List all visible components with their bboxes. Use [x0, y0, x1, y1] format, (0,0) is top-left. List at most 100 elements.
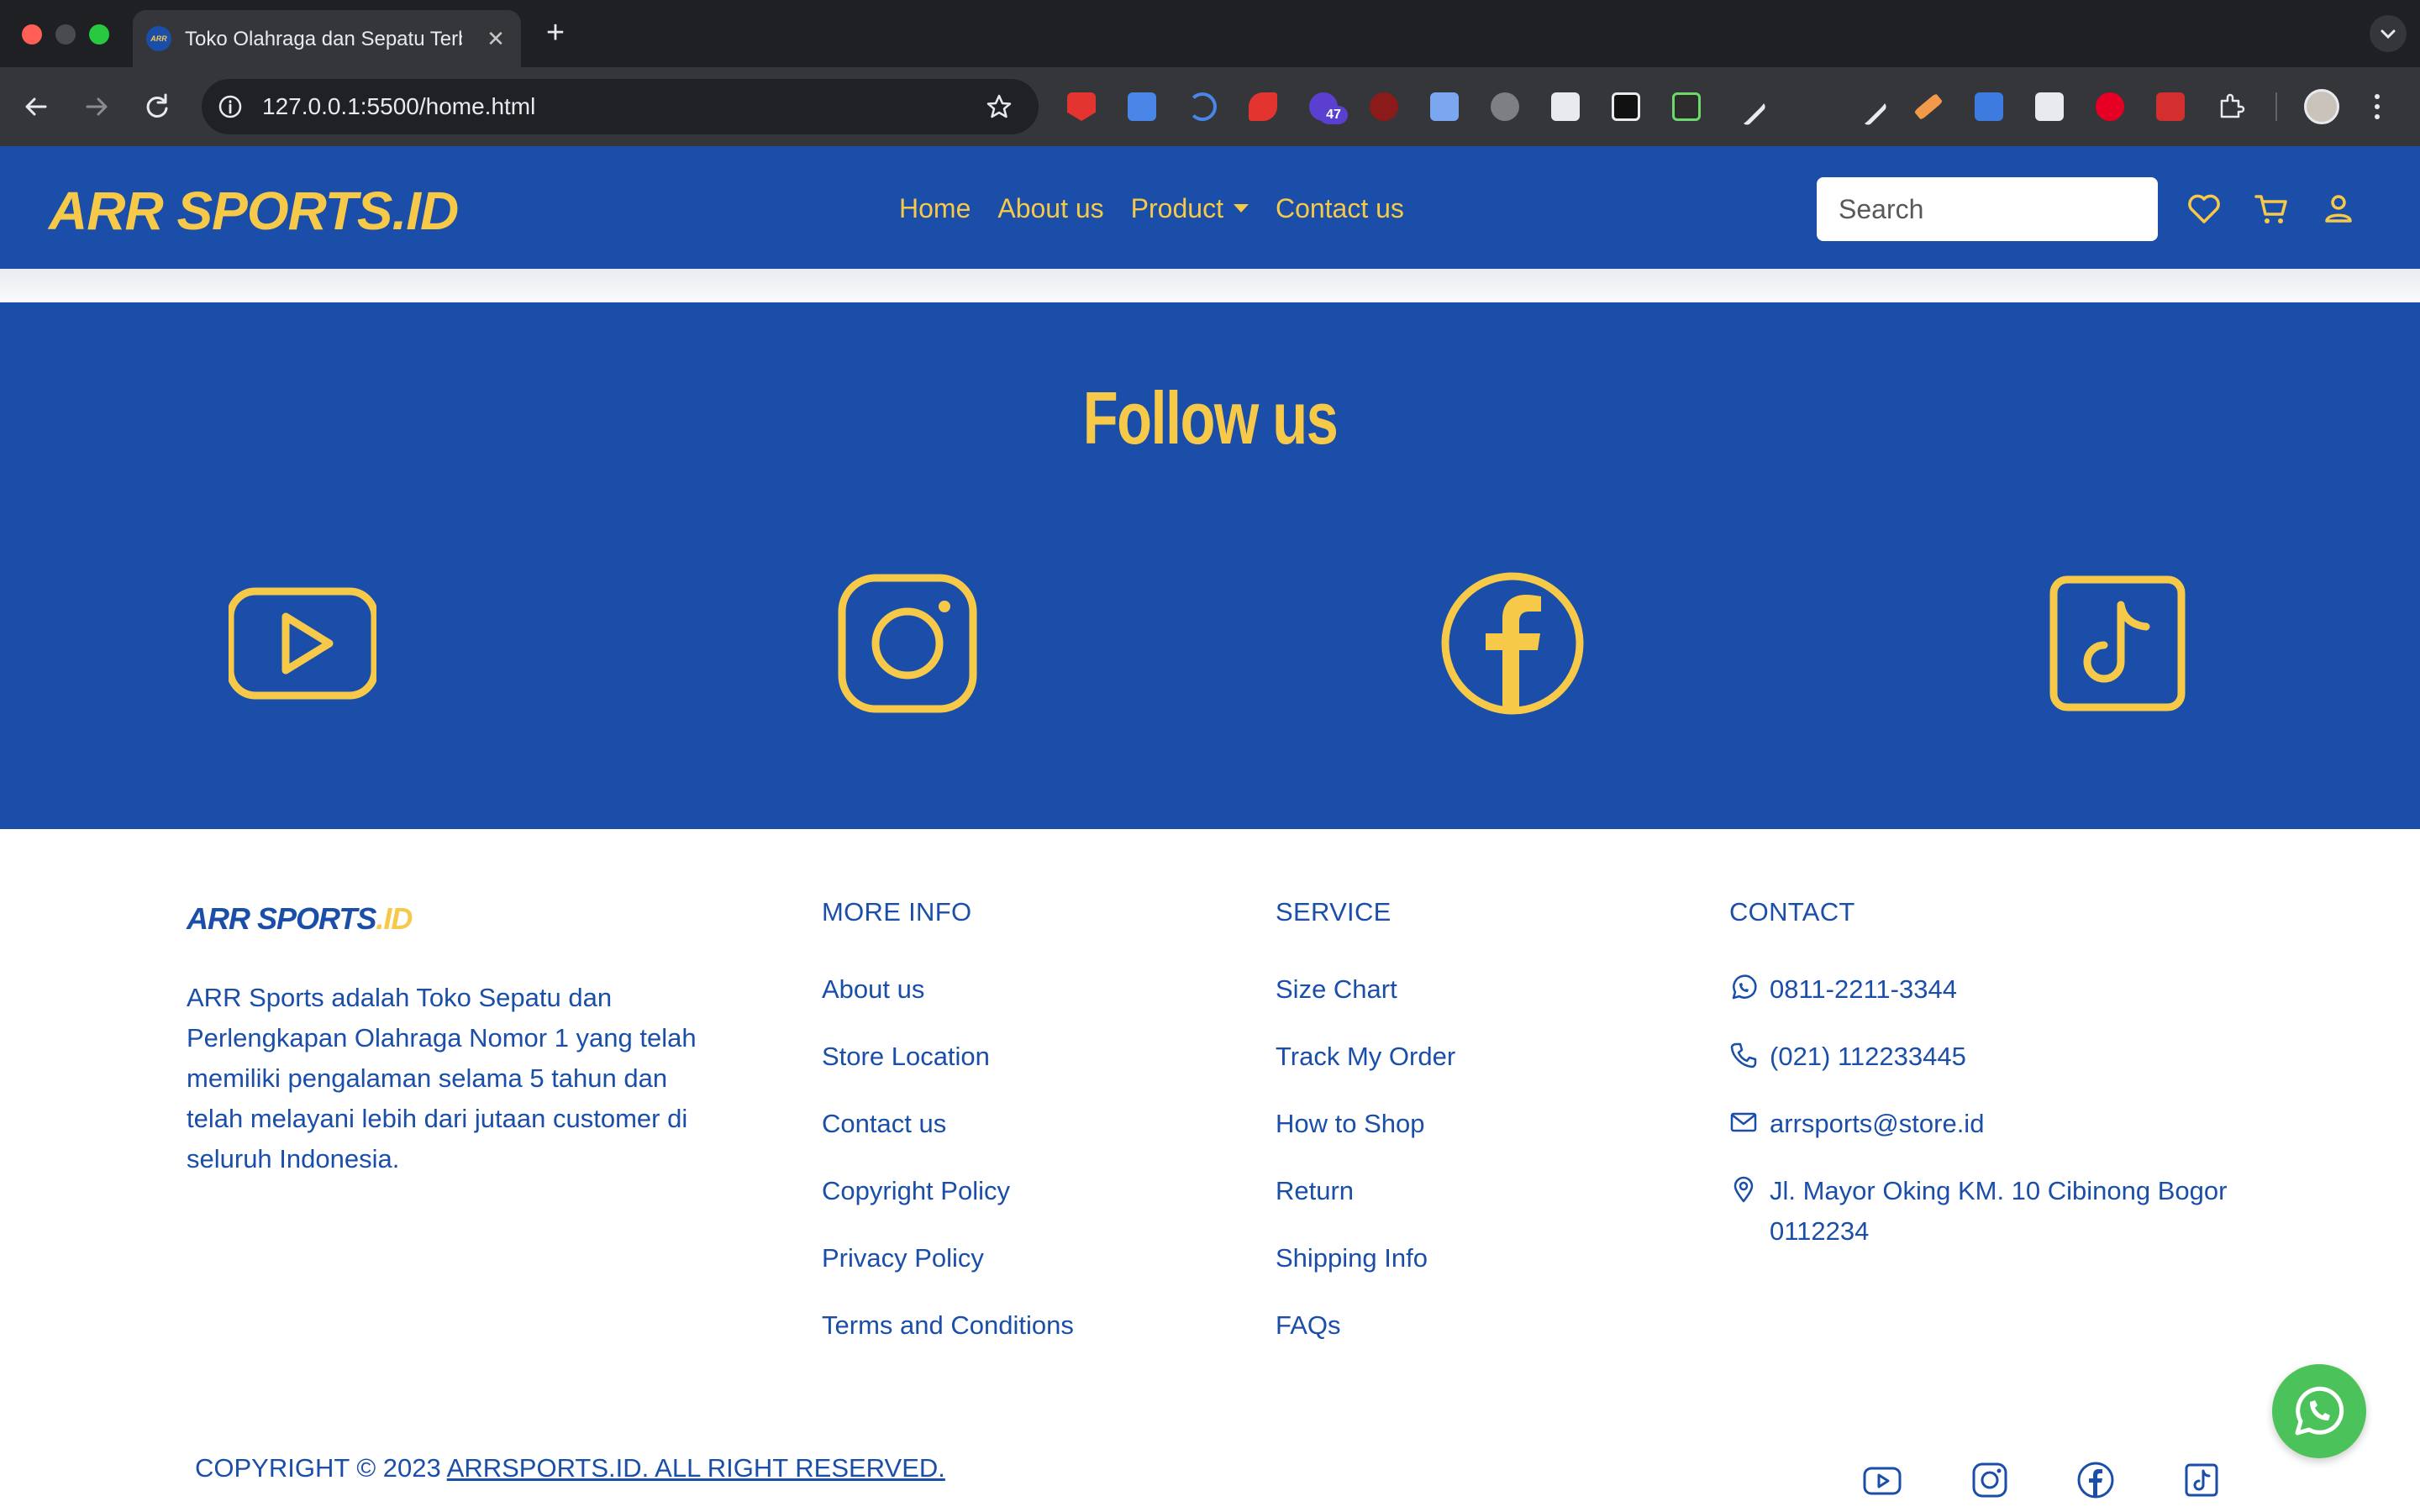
copyright-link[interactable]: ARRSPORTS.ID. ALL RIGHT RESERVED. [447, 1453, 945, 1483]
site-header: ARR SPORTS.ID Home About us Product Cont… [0, 146, 2420, 269]
wishlist-heart-icon[interactable] [2185, 190, 2223, 228]
nav-home[interactable]: Home [899, 188, 971, 228]
browser-tab[interactable]: ARR Toko Olahraga dan Sepatu Terbaik ✕ [133, 10, 521, 67]
cart-icon[interactable] [2252, 190, 2291, 228]
address-bar[interactable]: 127.0.0.1:5500/home.html [202, 79, 1039, 134]
facebook-icon[interactable] [1439, 570, 1586, 717]
nav-about[interactable]: About us [997, 188, 1103, 228]
footer-description: ARR Sports adalah Toko Sepatu dan Perlen… [187, 983, 697, 1173]
link-store-location[interactable]: Store Location [822, 1042, 990, 1071]
reload-icon[interactable] [138, 87, 176, 126]
contact-phone-text: (021) 112233445 [1770, 1042, 1966, 1071]
footer-logo-suffix: .ID [376, 901, 413, 936]
window-close-button[interactable] [22, 24, 42, 45]
follow-us-title: Follow us [1082, 376, 1339, 459]
list-item: Terms and Conditions [822, 1307, 1074, 1374]
more-menu-icon[interactable] [2371, 91, 2383, 123]
youtube-small-icon[interactable] [1862, 1460, 1902, 1500]
link-copyright-policy[interactable]: Copyright Policy [822, 1176, 1010, 1205]
footer-logo[interactable]: ARR SPORTS.ID [187, 901, 413, 936]
whatsapp-chat-button[interactable] [2272, 1364, 2366, 1458]
follow-us-section: Follow us [0, 302, 2420, 829]
site-info-icon[interactable] [217, 93, 244, 120]
list-item: Copyright Policy [822, 1173, 1074, 1240]
contact-heading: CONTACT [1729, 897, 1855, 927]
back-arrow-icon[interactable] [17, 87, 55, 126]
phone-icon [1730, 1042, 1757, 1068]
browser-tab-bar: ARR Toko Olahraga dan Sepatu Terbaik ✕ + [0, 0, 2420, 67]
contact-phone[interactable]: (021) 112233445 [1729, 1037, 1966, 1077]
instagram-icon[interactable] [834, 570, 981, 717]
instagram-small-icon[interactable] [1970, 1460, 2010, 1500]
tab-favicon-icon: ARR [146, 26, 171, 51]
runner-extension-icon[interactable] [1249, 92, 1277, 121]
chevron-down-icon [2381, 29, 2396, 39]
tab-close-icon[interactable]: ✕ [482, 25, 509, 52]
list-item: Size Chart [1276, 971, 1455, 1038]
list-item: Return [1276, 1173, 1455, 1240]
youtube-icon[interactable] [229, 570, 376, 717]
block-extension-icon[interactable] [1491, 92, 1519, 121]
more-info-heading: MORE INFO [822, 897, 972, 927]
docs-extension-icon[interactable] [1430, 92, 1459, 121]
link-size-chart[interactable]: Size Chart [1276, 974, 1397, 1004]
bookmark-star-icon[interactable] [985, 92, 1013, 121]
s-extension-icon[interactable] [1975, 92, 2003, 121]
list-item: Privacy Policy [822, 1240, 1074, 1307]
link-how-to-shop[interactable]: How to Shop [1276, 1109, 1425, 1138]
new-tab-button[interactable]: + [541, 17, 570, 49]
puzzle-extensions-icon[interactable] [2217, 92, 2245, 121]
nav-product-label: Product [1130, 193, 1223, 223]
calendar-extension-icon[interactable] [1551, 92, 1580, 121]
audio-extension-icon[interactable] [1188, 92, 1217, 121]
tiktok-icon[interactable] [2044, 570, 2191, 717]
list-item: Store Location [822, 1038, 1074, 1105]
link-contact-us[interactable]: Contact us [822, 1109, 946, 1138]
l-extension-icon[interactable] [1793, 92, 1822, 121]
forward-arrow-icon[interactable] [77, 87, 116, 126]
profile-avatar[interactable] [2304, 89, 2339, 124]
search-input[interactable] [1817, 177, 2158, 241]
color-extension-icon[interactable] [1672, 92, 1701, 121]
mendeley-extension-icon[interactable] [2156, 92, 2185, 121]
window-minimize-button[interactable] [55, 24, 76, 45]
location-pin-icon [1733, 1176, 1754, 1203]
link-return[interactable]: Return [1276, 1176, 1354, 1205]
mail-icon [1730, 1112, 1757, 1132]
link-shipping-info[interactable]: Shipping Info [1276, 1243, 1428, 1273]
stack-extension-icon[interactable] [2035, 92, 2064, 121]
ublock-extension-icon[interactable] [1370, 92, 1398, 121]
translate-extension-icon[interactable] [1128, 92, 1156, 121]
link-privacy-policy[interactable]: Privacy Policy [822, 1243, 984, 1273]
copyright-notice: COPYRIGHT © 2023 ARRSPORTS.ID. ALL RIGHT… [195, 1450, 945, 1487]
section-divider [0, 269, 2420, 302]
contact-email[interactable]: arrsports@store.id [1729, 1104, 1984, 1144]
link-faqs[interactable]: FAQs [1276, 1310, 1341, 1340]
tab-title: Toko Olahraga dan Sepatu Terbaik [185, 28, 462, 50]
list-item: How to Shop [1276, 1105, 1455, 1173]
facebook-small-icon[interactable] [2075, 1460, 2116, 1500]
pinterest-extension-icon[interactable] [2096, 92, 2124, 121]
tiktok-small-icon[interactable] [2181, 1460, 2222, 1500]
link-about-us[interactable]: About us [822, 974, 924, 1004]
window-maximize-button[interactable] [89, 24, 109, 45]
account-user-icon[interactable] [2319, 190, 2358, 228]
caret-down-icon [1233, 204, 1249, 213]
link-terms-conditions[interactable]: Terms and Conditions [822, 1310, 1074, 1340]
notion-extension-icon[interactable] [1612, 92, 1640, 121]
tab-search-button[interactable] [2370, 15, 2407, 52]
site-logo[interactable]: ARR SPORTS.ID [49, 181, 459, 240]
more-info-list: About us Store Location Contact us Copyr… [822, 971, 1074, 1374]
nav-contact[interactable]: Contact us [1276, 188, 1404, 228]
list-item: Contact us [822, 1105, 1074, 1173]
link-track-order[interactable]: Track My Order [1276, 1042, 1455, 1071]
nav-product-dropdown[interactable]: Product [1131, 188, 1249, 228]
contact-address-text: Jl. Mayor Oking KM. 10 Cibinong Bogor 01… [1770, 1176, 2228, 1246]
url-text[interactable]: 127.0.0.1:5500/home.html [262, 92, 535, 121]
list-item: Shipping Info [1276, 1240, 1455, 1307]
list-item: FAQs [1276, 1307, 1455, 1374]
service-list: Size Chart Track My Order How to Shop Re… [1276, 971, 1455, 1374]
toolbar-divider [2275, 92, 2277, 121]
contact-whatsapp[interactable]: 0811-2211-3344 [1729, 969, 1957, 1010]
contact-email-text: arrsports@store.id [1770, 1109, 1985, 1138]
